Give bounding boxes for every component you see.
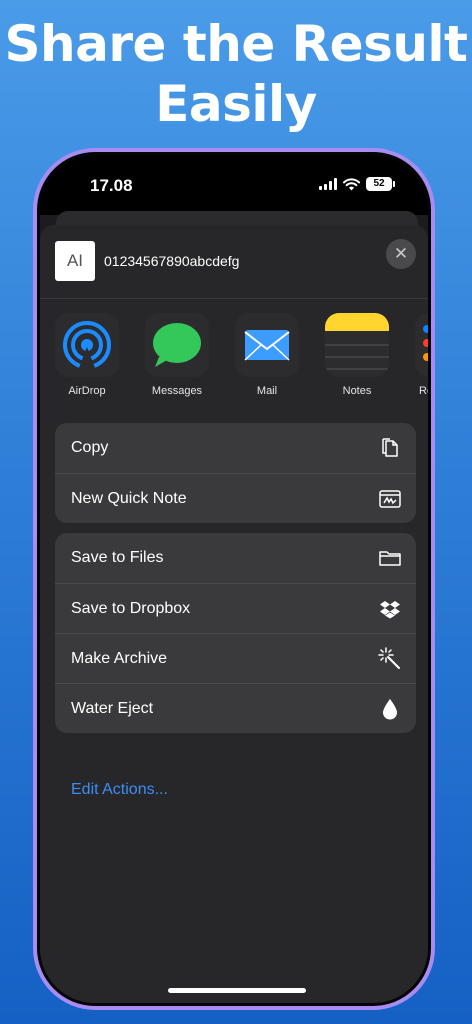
status-icons: 52	[319, 177, 395, 191]
app-label: Messages	[151, 385, 203, 397]
app-mail[interactable]: Mail	[235, 313, 299, 397]
action-label: Save to Dropbox	[71, 599, 191, 617]
notes-icon	[325, 313, 389, 377]
app-reminders[interactable]: Re	[415, 313, 428, 397]
reminders-icon	[415, 313, 428, 377]
app-row: AirDrop Messages Mail Notes R	[55, 313, 428, 403]
share-title: 01234567890abcdefg	[104, 253, 240, 269]
status-bar: 17.08 52	[40, 155, 428, 215]
app-label: AirDrop	[68, 385, 106, 397]
phone-frame: 17.08 52 AI 01234567890abcdefg ✕ AirDrop…	[33, 148, 435, 1010]
water-drop-icon	[383, 699, 397, 720]
cellular-signal-icon	[319, 178, 337, 190]
action-label: Water Eject	[71, 699, 154, 717]
action-label: Copy	[71, 439, 109, 456]
status-time: 17.08	[90, 176, 133, 195]
edit-actions-link[interactable]: Edit Actions...	[71, 781, 168, 799]
app-label: Notes	[342, 385, 372, 397]
app-airdrop[interactable]: AirDrop	[55, 313, 119, 397]
close-button[interactable]: ✕	[386, 239, 416, 269]
app-label: Re	[419, 385, 428, 397]
headline-line-2: Easily	[155, 75, 317, 133]
home-indicator[interactable]	[168, 988, 306, 993]
action-label: New Quick Note	[71, 489, 187, 507]
wifi-icon	[343, 177, 360, 190]
app-label: Mail	[256, 385, 278, 397]
action-group-primary: Copy New Quick Note	[55, 423, 416, 523]
messages-icon	[145, 313, 209, 377]
airdrop-icon	[55, 313, 119, 377]
action-label: Save to Files	[71, 549, 164, 566]
copy-icon	[382, 438, 398, 457]
action-save-to-files[interactable]: Save to Files	[55, 533, 416, 583]
magic-wand-icon	[378, 647, 400, 669]
app-notes[interactable]: Notes	[325, 313, 389, 397]
share-sheet: AI 01234567890abcdefg ✕ AirDrop Messages…	[40, 225, 428, 1003]
headline: Share the Result Easily	[0, 14, 472, 134]
action-copy[interactable]: Copy	[55, 423, 416, 473]
phone-bezel: 17.08 52 AI 01234567890abcdefg ✕ AirDrop…	[37, 152, 431, 1006]
folder-icon	[379, 551, 401, 566]
mail-icon	[235, 313, 299, 377]
quick-note-icon	[379, 490, 401, 508]
action-group-secondary: Save to Files Save to Dropbox Make Archi…	[55, 533, 416, 733]
action-water-eject[interactable]: Water Eject	[55, 683, 416, 733]
phone-screen: 17.08 52 AI 01234567890abcdefg ✕ AirDrop…	[40, 155, 428, 1003]
file-thumbnail: AI	[55, 241, 95, 281]
action-save-to-dropbox[interactable]: Save to Dropbox	[55, 583, 416, 633]
action-make-archive[interactable]: Make Archive	[55, 633, 416, 683]
action-label: Make Archive	[71, 649, 168, 667]
app-messages[interactable]: Messages	[145, 313, 209, 397]
battery-icon: 52	[366, 177, 395, 191]
headline-line-1: Share the Result	[4, 15, 468, 73]
action-new-quick-note[interactable]: New Quick Note	[55, 473, 416, 523]
dropbox-icon	[380, 601, 400, 619]
share-header: AI 01234567890abcdefg ✕	[40, 225, 428, 299]
